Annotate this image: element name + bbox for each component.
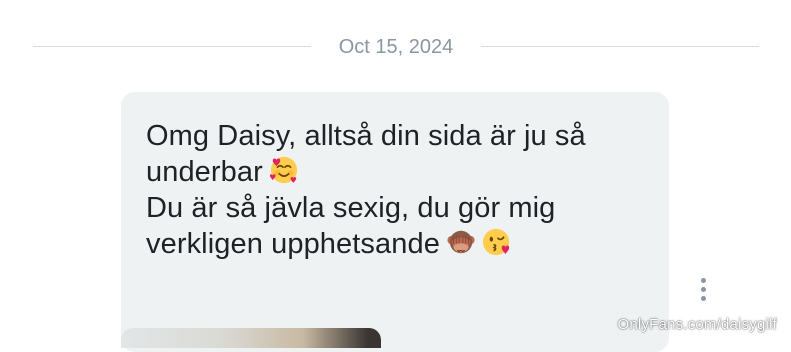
date-divider-right	[481, 46, 759, 47]
message-line: Du är så jävla sexig, du gör mig	[146, 192, 556, 224]
date-divider-left	[33, 46, 311, 47]
message-line: underbar	[146, 154, 656, 190]
message-line: Omg Daisy, alltså din sida är ju så	[146, 120, 586, 152]
message-text: Omg Daisy, alltså din sida är ju så unde…	[146, 118, 656, 262]
smiling-face-with-hearts-icon	[269, 156, 298, 184]
face-blowing-kiss-icon	[482, 228, 510, 256]
more-options-icon	[701, 278, 706, 283]
more-options-button[interactable]	[693, 276, 713, 304]
more-options-dot	[701, 296, 706, 301]
more-options-dot	[701, 287, 706, 292]
message-bubble[interactable]: Omg Daisy, alltså din sida är ju så unde…	[121, 92, 669, 352]
see-no-evil-monkey-icon	[447, 230, 475, 254]
watermark-text: OnlyFans.com/daisygilf	[617, 316, 777, 333]
attached-photo[interactable]	[121, 328, 381, 348]
date-label: Oct 15, 2024	[338, 36, 454, 58]
date-separator: Oct 15, 2024	[0, 33, 791, 61]
message-line: verkligen upphetsande	[146, 226, 656, 262]
